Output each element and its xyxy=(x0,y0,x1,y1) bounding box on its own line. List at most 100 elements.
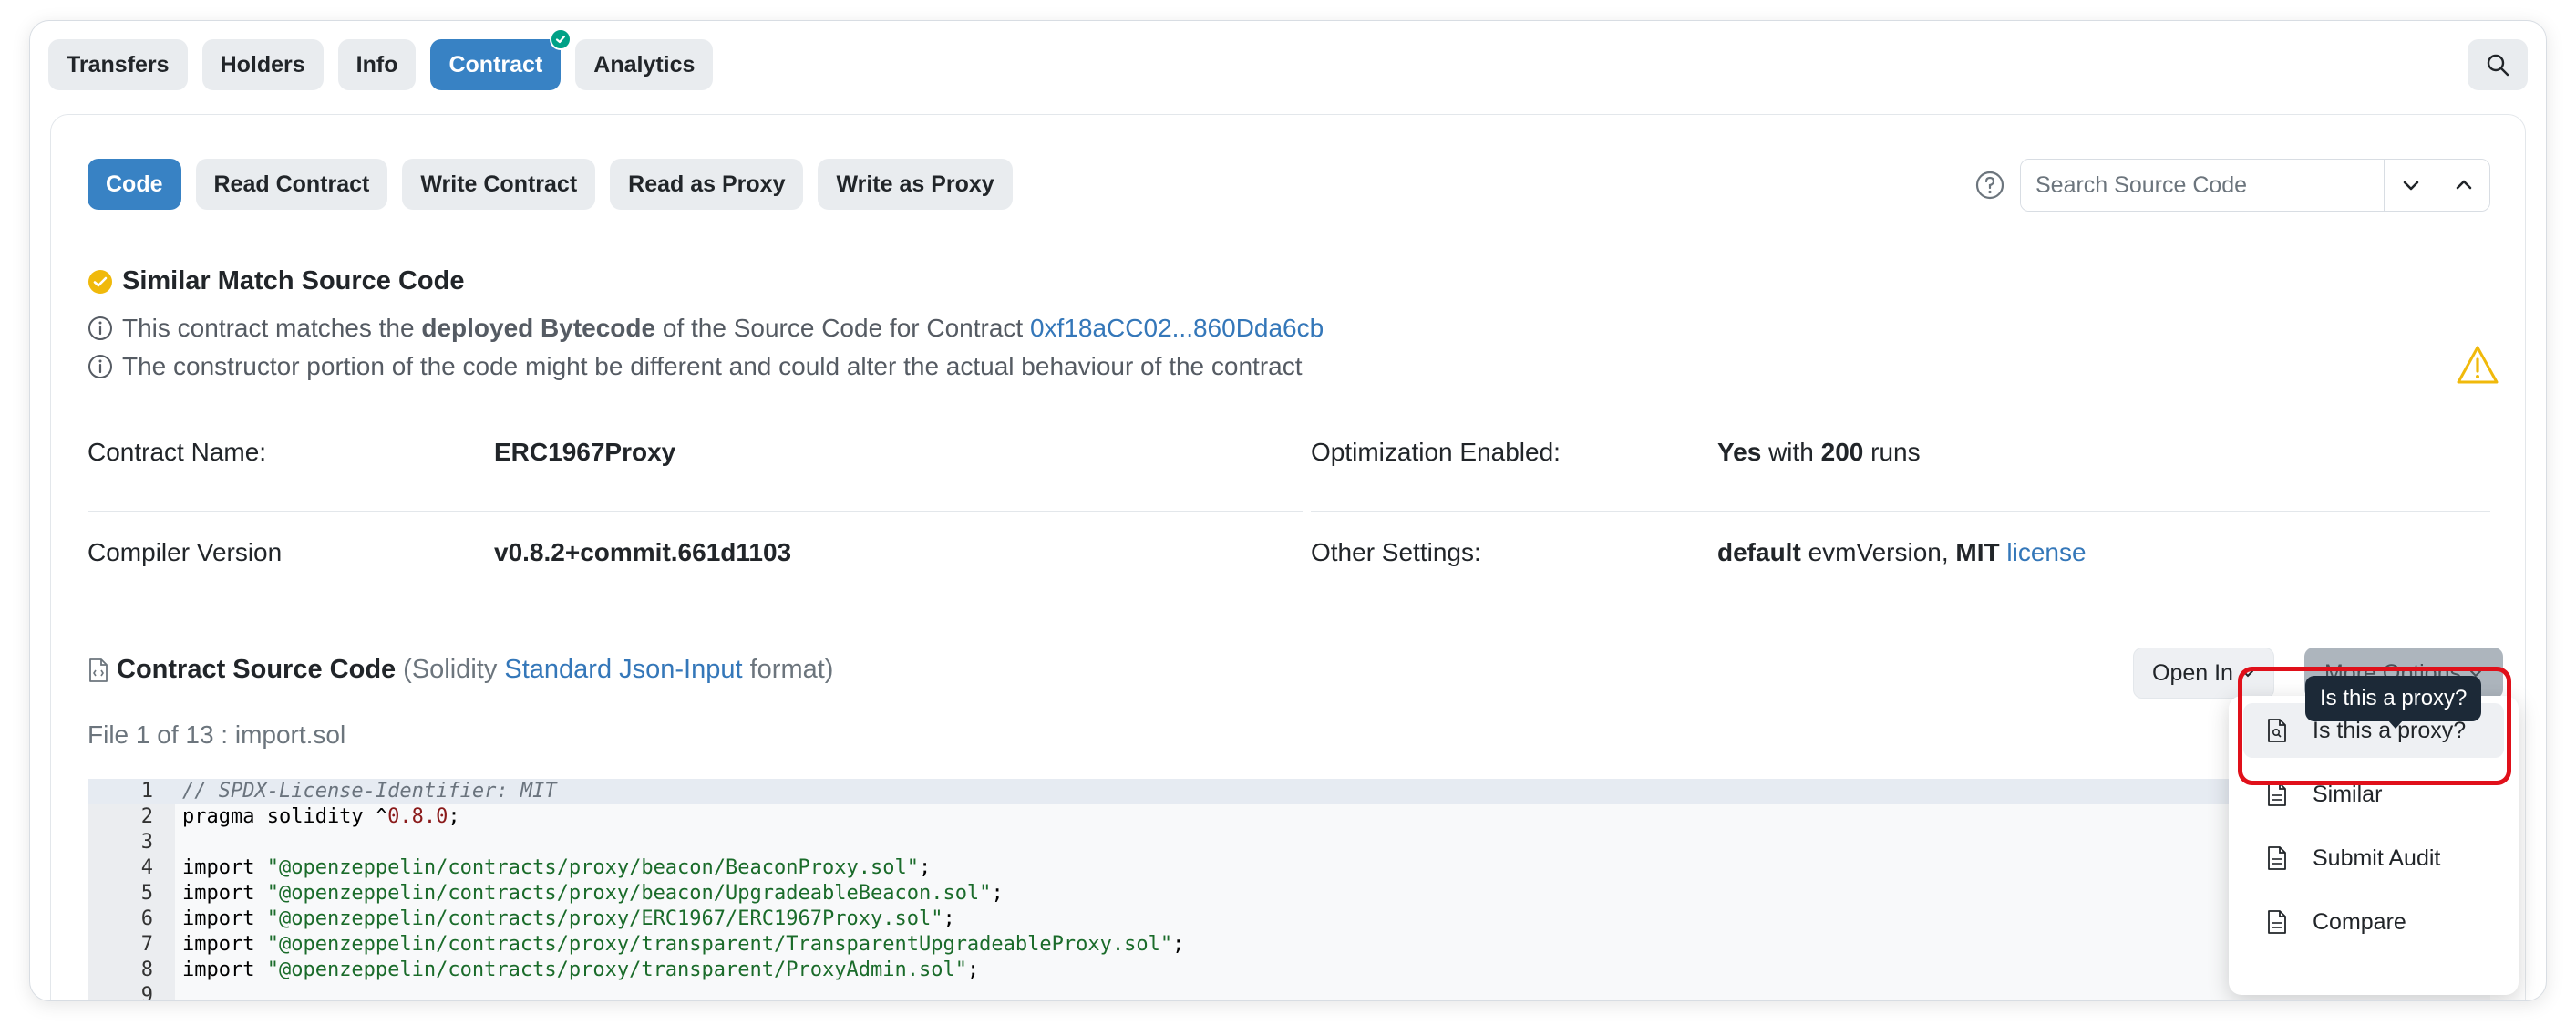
other-settings-label: Other Settings: xyxy=(1311,538,1481,566)
matched-contract-link[interactable]: 0xf18aCC02...860Dda6cb xyxy=(1030,314,1324,342)
line-number: 2 xyxy=(140,805,153,828)
similar-match-title: Similar Match Source Code xyxy=(122,266,465,295)
question-circle-icon[interactable] xyxy=(1974,170,2005,201)
code-token: import xyxy=(182,958,267,981)
code-text: import "@openzeppelin/contracts/proxy/be… xyxy=(182,881,1004,906)
info-circle-icon xyxy=(88,355,112,378)
code-line: 4 import "@openzeppelin/contracts/proxy/b… xyxy=(88,855,2490,881)
code-string: "@openzeppelin/contracts/proxy/transpare… xyxy=(266,933,1173,956)
code-string: "@openzeppelin/contracts/proxy/ERC1967/E… xyxy=(266,907,943,930)
search-source-code-input[interactable] xyxy=(2021,160,2384,211)
search-next-button[interactable] xyxy=(2384,160,2437,211)
source-code-search xyxy=(2020,159,2490,212)
code-token: import xyxy=(182,907,267,930)
menu-item-label: Submit Audit xyxy=(2313,844,2441,871)
code-editor[interactable]: 1 // SPDX-License-Identifier: MIT 2 pragma … xyxy=(88,779,2490,1001)
line-number: 9 xyxy=(140,984,153,1001)
warning-triangle-icon xyxy=(2457,346,2499,384)
chevron-down-icon xyxy=(2403,181,2418,191)
menu-item-submit-audit[interactable]: Submit Audit xyxy=(2243,831,2504,886)
code-token: ; xyxy=(918,856,932,879)
document-icon xyxy=(2268,846,2286,870)
code-text: import "@openzeppelin/contracts/proxy/tr… xyxy=(182,932,1184,958)
file-code-icon xyxy=(89,658,108,682)
info-circle-icon xyxy=(88,316,112,340)
code-string: "@openzeppelin/contracts/proxy/transpare… xyxy=(266,958,967,981)
search-button[interactable] xyxy=(2468,39,2528,90)
match-info-line-1: This contract matches the deployed Bytec… xyxy=(88,314,1324,343)
standard-json-input-link[interactable]: Standard Json-Input xyxy=(504,655,742,684)
code-comment: // SPDX-License-Identifier: MIT xyxy=(182,780,557,803)
license-link[interactable]: license xyxy=(2006,538,2086,566)
contract-page-window: Transfers Holders Info Contract Analytic… xyxy=(29,20,2547,1001)
contract-panel: Code Read Contract Write Contract Read a… xyxy=(50,114,2526,1001)
code-token: pragma solidity ^ xyxy=(182,805,388,828)
line-number: 8 xyxy=(140,958,153,981)
code-line: 1 // SPDX-License-Identifier: MIT xyxy=(88,779,2490,804)
subtab-read-as-proxy[interactable]: Read as Proxy xyxy=(610,159,804,210)
code-token: ; xyxy=(943,907,955,930)
code-text: // SPDX-License-Identifier: MIT xyxy=(182,779,557,804)
settings-evm-version: evmVersion, xyxy=(1808,538,1949,566)
code-line: 9 xyxy=(88,983,2490,1001)
code-token: ; xyxy=(1172,933,1185,956)
subtab-write-as-proxy[interactable]: Write as Proxy xyxy=(818,159,1013,210)
code-text: import "@openzeppelin/contracts/proxy/tr… xyxy=(182,958,979,983)
optimization-runs: 200 xyxy=(1820,438,1864,466)
code-string: "@openzeppelin/contracts/proxy/beacon/Be… xyxy=(266,856,919,879)
code-text: import "@openzeppelin/contracts/proxy/be… xyxy=(182,855,931,881)
tab-transfers[interactable]: Transfers xyxy=(48,39,188,90)
code-line: 7 import "@openzeppelin/contracts/proxy/t… xyxy=(88,932,2490,958)
tab-analytics[interactable]: Analytics xyxy=(575,39,714,90)
contract-name-label: Contract Name: xyxy=(88,438,267,466)
line-number: 5 xyxy=(140,882,153,905)
subtab-code[interactable]: Code xyxy=(88,159,181,210)
optimization-value: Yes with 200 runs xyxy=(1717,438,1921,467)
match-info-line-2: The constructor portion of the code migh… xyxy=(88,352,1303,381)
tab-info[interactable]: Info xyxy=(337,39,417,90)
source-title: Contract Source Code xyxy=(117,655,397,684)
code-token: import xyxy=(182,856,267,879)
code-line: 5 import "@openzeppelin/contracts/proxy/b… xyxy=(88,881,2490,906)
verified-check-icon xyxy=(550,28,572,50)
divider xyxy=(88,511,1303,512)
chevron-up-icon xyxy=(2456,180,2471,190)
optimization-with: with xyxy=(1768,438,1814,466)
tab-holders[interactable]: Holders xyxy=(201,39,324,90)
highlight-outline xyxy=(2238,667,2511,785)
optimization-runs-suffix: runs xyxy=(1870,438,1921,466)
contract-sub-tabs: Code Read Contract Write Contract Read a… xyxy=(88,159,1013,210)
optimization-label: Optimization Enabled: xyxy=(1311,438,1561,466)
document-icon xyxy=(2268,910,2286,934)
match-info-text: This contract matches the deployed Bytec… xyxy=(122,314,1324,343)
code-token: ; xyxy=(448,805,460,828)
source-format: (Solidity Standard Json-Input format) xyxy=(403,655,833,685)
code-text: import "@openzeppelin/contracts/proxy/ER… xyxy=(182,906,955,932)
top-tab-bar: Transfers Holders Info Contract Analytic… xyxy=(48,28,714,90)
menu-item-compare[interactable]: Compare xyxy=(2243,895,2504,949)
tab-contract[interactable]: Contract xyxy=(430,28,572,90)
settings-mit: MIT xyxy=(1955,538,2000,566)
subtab-read-contract[interactable]: Read Contract xyxy=(195,159,388,210)
code-token: ; xyxy=(991,882,1004,905)
match-info-bold: deployed Bytecode xyxy=(421,314,656,342)
code-number: 0.8.0 xyxy=(387,805,448,828)
code-line: 8 import "@openzeppelin/contracts/proxy/t… xyxy=(88,958,2490,983)
line-number: 6 xyxy=(140,907,153,930)
code-token: ; xyxy=(966,958,980,981)
search-prev-button[interactable] xyxy=(2437,160,2489,211)
subtab-write-contract[interactable]: Write Contract xyxy=(402,159,596,210)
code-line: 6 import "@openzeppelin/contracts/proxy/E… xyxy=(88,906,2490,932)
code-token: import xyxy=(182,882,267,905)
check-circle-icon xyxy=(88,269,112,294)
similar-match-heading: Similar Match Source Code xyxy=(88,266,465,296)
other-settings-value: default evmVersion, MIT license xyxy=(1717,538,2087,567)
tab-contract-label: Contract xyxy=(448,51,543,78)
code-token: import xyxy=(182,933,267,956)
code-text: pragma solidity ^0.8.0; xyxy=(182,804,460,830)
document-icon xyxy=(2268,782,2286,806)
optimization-yes: Yes xyxy=(1717,438,1762,466)
settings-default: default xyxy=(1717,538,1801,566)
compiler-version-value: v0.8.2+commit.661d1103 xyxy=(494,538,792,566)
line-number: 7 xyxy=(140,933,153,956)
